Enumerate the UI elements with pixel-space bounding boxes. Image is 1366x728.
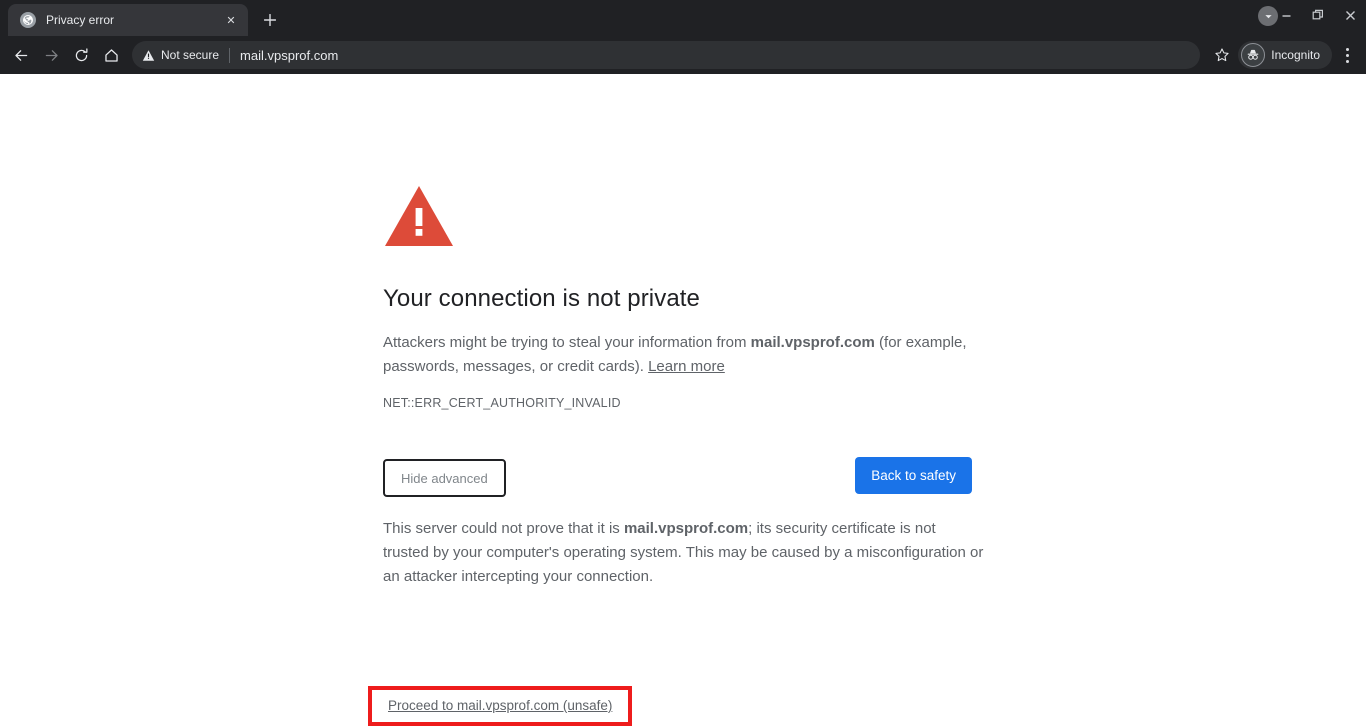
error-code: NET::ERR_CERT_AUTHORITY_INVALID: [383, 396, 621, 410]
page-viewport: Your connection is not private Attackers…: [0, 74, 1366, 728]
kebab-menu-icon[interactable]: [1334, 41, 1360, 69]
page-title: Your connection is not private: [383, 285, 700, 312]
restore-button[interactable]: [1302, 0, 1334, 30]
security-status[interactable]: Not secure: [142, 48, 219, 62]
forward-arrow-icon: [36, 40, 66, 70]
globe-icon: [20, 12, 36, 28]
back-to-safety-button[interactable]: Back to safety: [855, 457, 972, 494]
profile-chip[interactable]: Incognito: [1238, 41, 1332, 69]
home-icon[interactable]: [96, 40, 126, 70]
advanced-details-text: This server could not prove that it is m…: [383, 517, 984, 589]
window-controls: [1270, 0, 1366, 30]
ssl-interstitial: Your connection is not private Attackers…: [368, 178, 984, 726]
new-tab-button[interactable]: [256, 6, 284, 34]
warning-triangle-icon: [383, 178, 455, 250]
url-text: mail.vpsprof.com: [240, 47, 339, 63]
star-icon[interactable]: [1208, 41, 1236, 69]
tab-strip: Privacy error ✕: [0, 0, 1366, 36]
proceed-annotation-box: Proceed to mail.vpsprof.com (unsafe): [368, 686, 633, 726]
minimize-button[interactable]: [1270, 0, 1302, 30]
security-label: Not secure: [161, 48, 220, 62]
address-bar[interactable]: Not secure mail.vpsprof.com: [132, 41, 1201, 69]
advanced-domain: mail.vpsprof.com: [623, 520, 749, 537]
browser-tab[interactable]: Privacy error ✕: [8, 4, 248, 36]
advanced-before: This server could not prove that it is: [383, 520, 624, 537]
error-description: Attackers might be trying to steal your …: [383, 331, 983, 379]
browser-window: Privacy error ✕ Not secure mail.vpsprof.…: [0, 0, 1366, 728]
omnibox-divider: [229, 47, 231, 63]
proceed-unsafe-link[interactable]: Proceed to mail.vpsprof.com (unsafe): [388, 698, 612, 713]
close-icon[interactable]: ✕: [222, 11, 240, 29]
incognito-icon: [1241, 43, 1266, 67]
button-row: Hide advanced Back to safety: [383, 457, 983, 499]
close-button[interactable]: [1334, 0, 1366, 30]
description-before: Attackers might be trying to steal your …: [383, 334, 751, 351]
reload-icon[interactable]: [66, 40, 96, 70]
description-domain: mail.vpsprof.com: [750, 334, 875, 351]
hide-advanced-button[interactable]: Hide advanced: [383, 459, 506, 497]
warning-triangle-icon: [142, 49, 155, 62]
profile-label: Incognito: [1271, 48, 1320, 62]
back-arrow-icon[interactable]: [6, 40, 36, 70]
tab-title: Privacy error: [46, 13, 115, 27]
learn-more-link[interactable]: Learn more: [648, 358, 725, 375]
browser-toolbar: Not secure mail.vpsprof.com Incognito: [0, 36, 1366, 74]
